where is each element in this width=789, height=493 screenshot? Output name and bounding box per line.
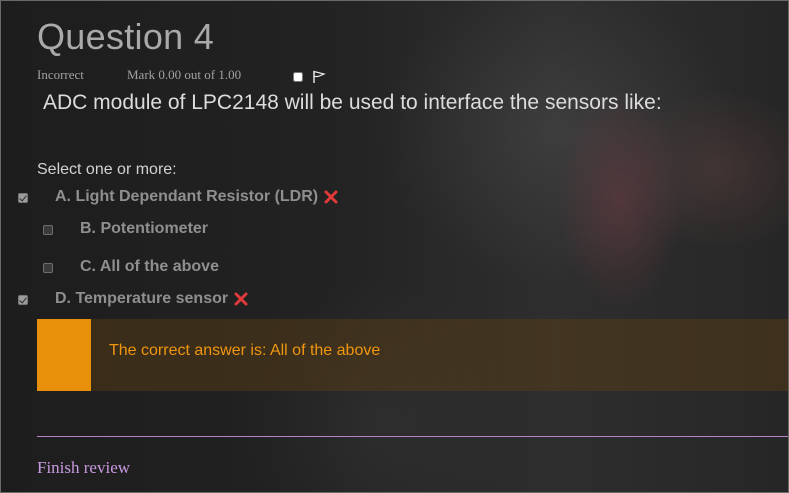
option-b-label: B. Potentiometer [80,220,209,237]
option-d-checkbox[interactable] [18,295,28,305]
answer-option-c[interactable]: C. All of the above [43,258,219,276]
incorrect-icon [234,292,248,306]
flag-icon[interactable] [312,70,326,84]
option-a-checkbox[interactable] [18,193,28,203]
question-title: Question 4 [37,16,215,57]
question-grade: Mark 0.00 out of 1.00 [127,67,242,82]
answer-option-b[interactable]: B. Potentiometer [43,220,208,238]
incorrect-icon [324,190,338,204]
answer-option-d[interactable]: D. Temperature sensor [18,290,248,308]
question-panel: Question 4 Incorrect Mark 0.00 out of 1.… [0,0,789,493]
option-c-label: C. All of the above [80,258,219,275]
option-b-checkbox[interactable] [43,225,53,235]
question-text: ADC module of LPC2148 will be used to in… [43,91,662,114]
question-state: Incorrect [37,67,84,82]
divider [37,436,789,437]
option-c-checkbox[interactable] [43,263,53,273]
finish-review-link[interactable]: Finish review [37,458,130,478]
option-d-label: D. Temperature sensor [55,290,229,307]
feedback-accent-bar [37,319,91,391]
option-a-label: A. Light Dependant Resistor (LDR) [55,188,319,205]
correct-answer-feedback: The correct answer is: All of the above [37,319,789,391]
correct-answer-text: The correct answer is: All of the above [109,342,381,359]
answer-prompt: Select one or more: [37,161,177,178]
flag-question-checkbox[interactable] [293,72,303,82]
answer-option-a[interactable]: A. Light Dependant Resistor (LDR) [18,188,338,206]
